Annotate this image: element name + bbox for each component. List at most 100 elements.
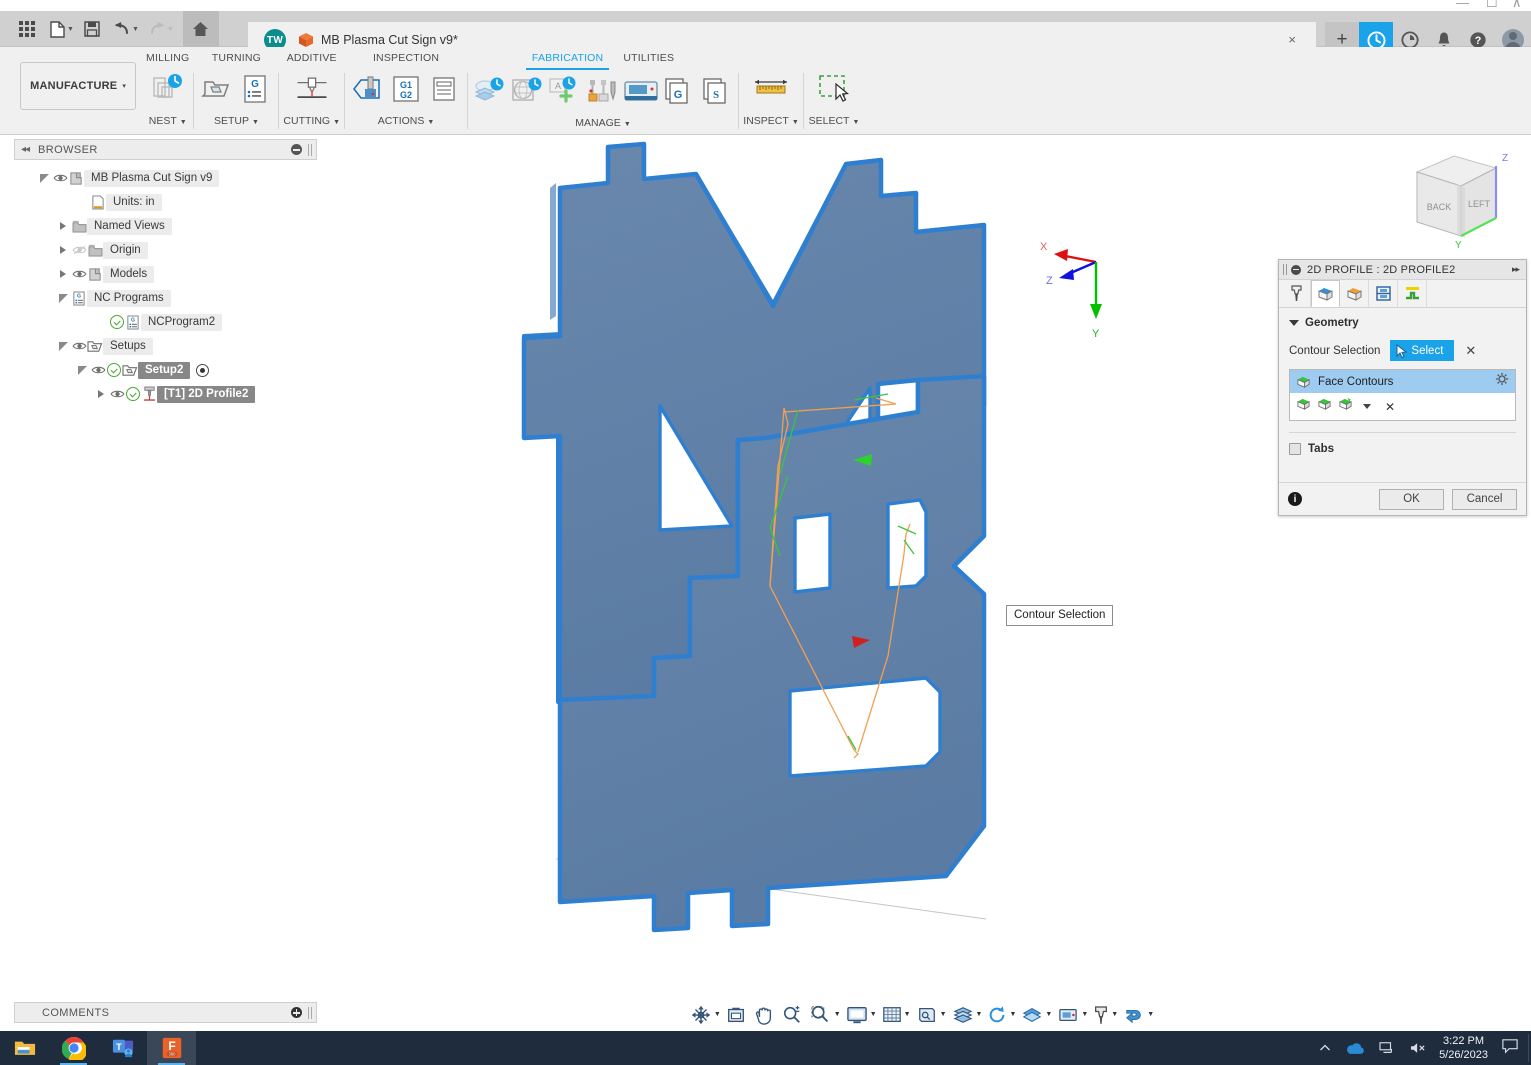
taskbar-microsoft-teams[interactable]: T [98,1031,147,1065]
grid-snaps-caret[interactable]: ▼ [904,1011,911,1018]
post-process-s-icon[interactable]: S [698,71,736,111]
home-button[interactable] [182,11,219,47]
gear-icon[interactable] [1495,372,1509,391]
geometry-group-header[interactable]: Geometry [1289,317,1516,329]
tree-row[interactable]: Origin [14,238,317,262]
tab-geometry[interactable] [1311,280,1340,307]
appearance-button[interactable] [1021,1000,1043,1030]
taskbar-file-explorer[interactable] [0,1031,49,1065]
zoom-button[interactable] [782,1000,802,1030]
eye-visible-icon[interactable] [52,170,68,186]
tree-item-label[interactable]: Units: in [106,193,162,211]
tree-row[interactable]: Named Views [14,214,317,238]
network-icon[interactable] [1379,1041,1395,1055]
ribbon-tab-fabrication[interactable]: FABRICATION [532,47,603,69]
orbit-caret[interactable]: ▼ [714,1011,721,1018]
tree-row[interactable]: Setup2 [14,358,317,382]
ribbon-tab-turning[interactable]: TURNING [212,47,261,69]
measure-icon[interactable] [743,69,799,109]
machine-button[interactable] [1057,1000,1079,1030]
dialog-expand-icon[interactable]: ▸▸ [1512,264,1520,275]
select-window-icon[interactable] [808,69,860,109]
tree-item-label[interactable]: Models [103,265,155,283]
eye-hidden-icon[interactable] [71,242,87,258]
eye-visible-icon[interactable] [109,386,125,402]
inspect-dropdown[interactable]: INSPECT ▼ [743,111,798,133]
gcode-g1g2-icon[interactable]: G1 G2 [387,69,425,109]
tool-library-caret[interactable]: ▼ [1111,1011,1118,1018]
add-sketch-contour-icon[interactable] [1338,397,1353,416]
ok-button[interactable]: OK [1379,488,1444,510]
volume-muted-icon[interactable] [1409,1041,1427,1055]
simulate-caret[interactable]: ▼ [1147,1011,1154,1018]
simulate-button[interactable] [1123,1000,1145,1030]
setup-dropdown[interactable]: SETUP ▼ [214,111,259,133]
taskbar-clock[interactable]: 3:22 PM 5/26/2023 [1439,1034,1488,1062]
sphere-cut-icon[interactable] [508,71,546,111]
tree-row[interactable]: G NC Programs [14,286,317,310]
window-close-button[interactable]: ∧ [1512,0,1522,11]
selection-item-face-contours[interactable]: Face Contours [1290,370,1515,393]
eye-visible-icon[interactable] [71,338,87,354]
ncprogram-icon[interactable]: G [236,69,274,109]
tree-row[interactable]: Setups [14,334,317,358]
nest-icon[interactable] [149,69,187,109]
expander-open-icon[interactable] [36,170,52,186]
expander-closed-icon[interactable] [93,386,109,402]
dialog-header[interactable]: 2D PROFILE : 2D PROFILE2 ▸▸ [1279,260,1526,280]
select-button[interactable]: Select [1390,340,1455,361]
viewports-caret[interactable]: ▼ [940,1011,947,1018]
zoom-window-caret[interactable]: ▼ [834,1011,841,1018]
nest-dropdown[interactable]: NEST ▼ [149,111,187,133]
clear-selection-icon[interactable]: ✕ [1465,343,1476,359]
dialog-minimize-icon[interactable] [1291,264,1301,275]
taskbar-fusion-360[interactable]: F 360 [147,1031,196,1065]
info-icon[interactable]: i [1288,492,1302,506]
redo-caret[interactable]: ▼ [167,26,174,33]
display-settings-caret[interactable]: ▼ [870,1011,877,1018]
tree-item-label[interactable]: NC Programs [87,289,171,307]
expander-closed-icon[interactable] [55,242,71,258]
tab-linking[interactable] [1398,280,1427,307]
look-at-button[interactable] [726,1000,746,1030]
tray-chevron-up-icon[interactable] [1319,1042,1331,1054]
pan-button[interactable] [754,1000,774,1030]
remove-contour-icon[interactable]: ✕ [1385,400,1395,414]
simulate-icon[interactable] [349,69,387,109]
tree-row[interactable]: Models [14,262,317,286]
setup-icon[interactable] [198,69,236,109]
tree-item-label[interactable]: NCProgram2 [141,313,223,331]
tree-item-label[interactable]: Named Views [87,217,172,235]
viewports-button[interactable] [916,1000,938,1030]
tabs-checkbox[interactable] [1289,443,1301,455]
window-maximize-button[interactable]: ☐ [1486,0,1498,11]
ribbon-tab-milling[interactable]: MILLING [146,47,189,69]
tool-library-manage-icon[interactable] [584,71,622,111]
browser-minimize-icon[interactable] [291,144,302,155]
ribbon-tab-utilities[interactable]: UTILITIES [623,47,674,69]
tree-row[interactable]: MB Plasma Cut Sign v9 [14,166,317,190]
tree-item-label[interactable]: Origin [103,241,148,259]
tree-item-label[interactable]: Setup2 [138,361,191,379]
window-minimize-button[interactable]: — [1456,0,1469,10]
comments-resize-grip[interactable] [308,1006,312,1019]
tab-tool[interactable] [1282,280,1311,307]
tabs-group-row[interactable]: Tabs [1289,443,1516,455]
contour-options-caret[interactable] [1363,404,1371,409]
document-close-icon[interactable]: × [1288,32,1296,47]
expander-open-icon[interactable] [55,338,71,354]
display-settings-button[interactable] [846,1000,868,1030]
dialog-drag-grip[interactable] [1283,264,1287,275]
orbit-button[interactable] [690,1000,712,1030]
manage-dropdown[interactable]: MANAGE ▼ [575,113,630,135]
post-process-g-icon[interactable]: G [660,71,698,111]
tree-item-label[interactable]: MB Plasma Cut Sign v9 [84,169,220,187]
expander-open-icon[interactable] [55,290,71,306]
grid-snaps-button[interactable] [882,1000,902,1030]
undo-caret[interactable]: ▼ [132,26,139,33]
layers-button[interactable] [952,1000,974,1030]
tab-heights[interactable] [1340,280,1369,307]
appearance-caret[interactable]: ▼ [1045,1011,1052,1018]
select-dropdown[interactable]: SELECT ▼ [809,111,860,133]
eye-visible-icon[interactable] [90,362,106,378]
